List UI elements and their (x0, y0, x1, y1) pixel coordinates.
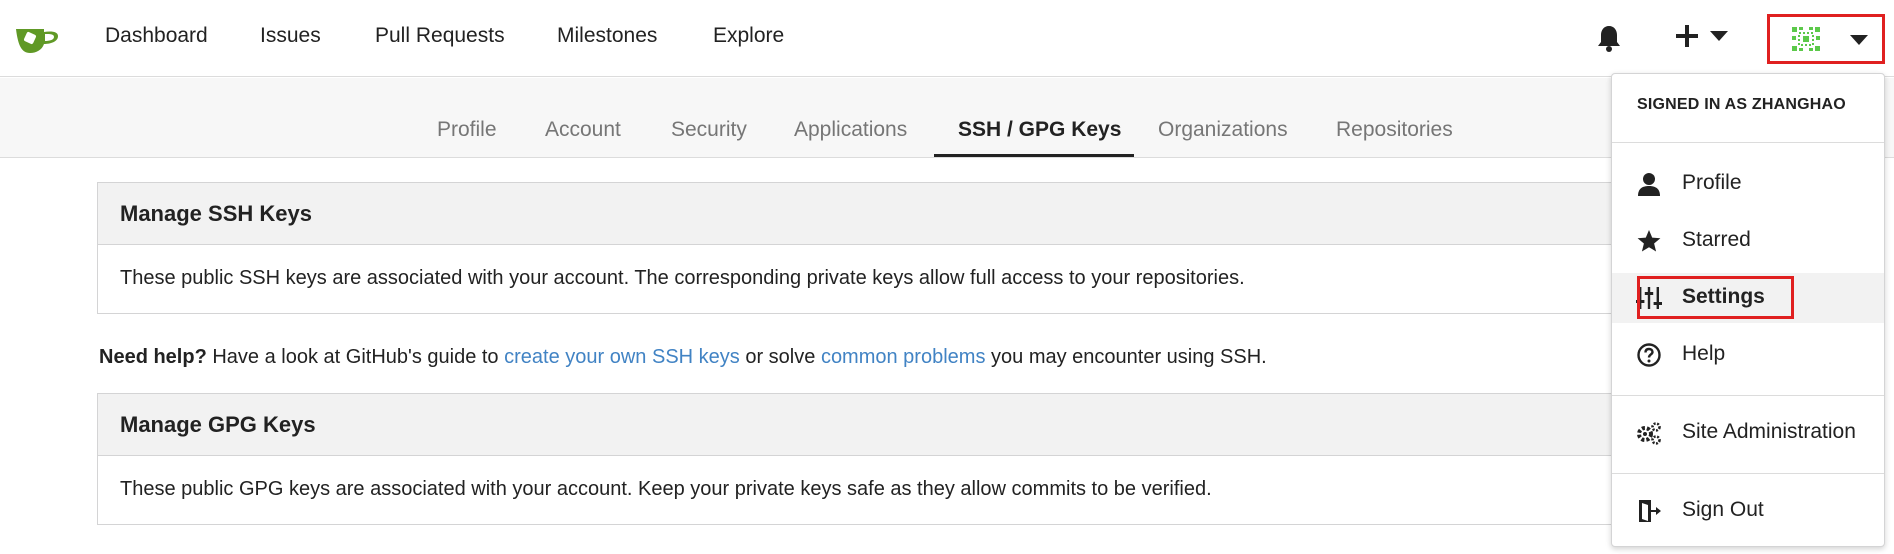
menu-item-label: Sign Out (1682, 498, 1764, 521)
divider (1612, 142, 1884, 143)
tab-organizations[interactable]: Organizations (1158, 118, 1288, 142)
help-text-2: or solve (739, 346, 821, 368)
menu-item-help[interactable]: Help (1612, 330, 1884, 380)
menu-item-label: Settings (1682, 285, 1765, 308)
notification-bell-icon[interactable] (1597, 24, 1621, 52)
nav-pull-requests[interactable]: Pull Requests (375, 24, 505, 48)
menu-item-site-administration[interactable]: Site Administration (1612, 408, 1884, 458)
menu-item-starred[interactable]: Starred (1612, 216, 1884, 266)
gears-icon (1637, 422, 1661, 445)
help-text-1: Have a look at GitHub's guide to (206, 346, 505, 368)
divider (1612, 395, 1884, 396)
menu-item-profile[interactable]: Profile (1612, 159, 1884, 209)
signed-in-as-header: SIGNED IN AS ZHANGHAO (1637, 96, 1846, 113)
menu-item-label: Help (1682, 342, 1726, 365)
nav-explore[interactable]: Explore (713, 24, 784, 48)
ssh-keys-panel: Manage SSH Keys These public SSH keys ar… (97, 182, 1657, 314)
tab-ssh-gpg-keys[interactable]: SSH / GPG Keys (958, 118, 1121, 142)
ssh-help-text: Need help? Have a look at GitHub's guide… (99, 346, 1267, 369)
menu-item-sign-out[interactable]: Sign Out (1612, 486, 1884, 536)
ssh-keys-description: These public SSH keys are associated wit… (120, 267, 1245, 289)
tab-applications[interactable]: Applications (794, 118, 907, 142)
ssh-keys-title: Manage SSH Keys (98, 183, 1656, 245)
tab-repositories[interactable]: Repositories (1336, 118, 1453, 142)
need-help-label: Need help? (99, 346, 207, 368)
tab-security[interactable]: Security (671, 118, 747, 142)
settings-subnav: Profile Account Security Applications SS… (0, 78, 1894, 158)
nav-milestones[interactable]: Milestones (557, 24, 657, 48)
divider (1612, 473, 1884, 474)
help-circle-icon (1637, 343, 1661, 367)
nav-dashboard[interactable]: Dashboard (105, 24, 208, 48)
sign-out-icon (1639, 500, 1661, 522)
gpg-keys-panel: Manage GPG Keys These public GPG keys ar… (97, 393, 1657, 525)
gpg-keys-title: Manage GPG Keys (98, 394, 1656, 456)
caret-down-icon (1850, 35, 1868, 45)
help-text-3: you may encounter using SSH. (985, 346, 1267, 368)
create-new-plus-icon[interactable] (1676, 22, 1740, 52)
tab-profile[interactable]: Profile (437, 118, 497, 142)
menu-item-label: Profile (1682, 171, 1742, 194)
star-icon (1637, 230, 1661, 252)
create-ssh-keys-link[interactable]: create your own SSH keys (504, 346, 740, 368)
user-avatar-menu-button[interactable] (1767, 14, 1885, 64)
nav-issues[interactable]: Issues (260, 24, 321, 48)
active-tab-indicator (934, 154, 1134, 157)
menu-item-settings[interactable]: Settings (1612, 273, 1884, 323)
avatar (1792, 27, 1820, 51)
user-dropdown-menu: SIGNED IN AS ZHANGHAO Profile Starred Se… (1611, 73, 1885, 547)
top-navbar: Dashboard Issues Pull Requests Milestone… (0, 0, 1894, 77)
menu-item-label: Site Administration (1682, 420, 1856, 443)
gitea-logo-icon[interactable] (14, 20, 60, 56)
person-icon (1638, 173, 1660, 196)
gpg-keys-description: These public GPG keys are associated wit… (120, 478, 1212, 500)
tab-account[interactable]: Account (545, 118, 621, 142)
menu-item-label: Starred (1682, 228, 1751, 251)
common-problems-link[interactable]: common problems (821, 346, 986, 368)
settings-sliders-icon (1636, 287, 1662, 309)
